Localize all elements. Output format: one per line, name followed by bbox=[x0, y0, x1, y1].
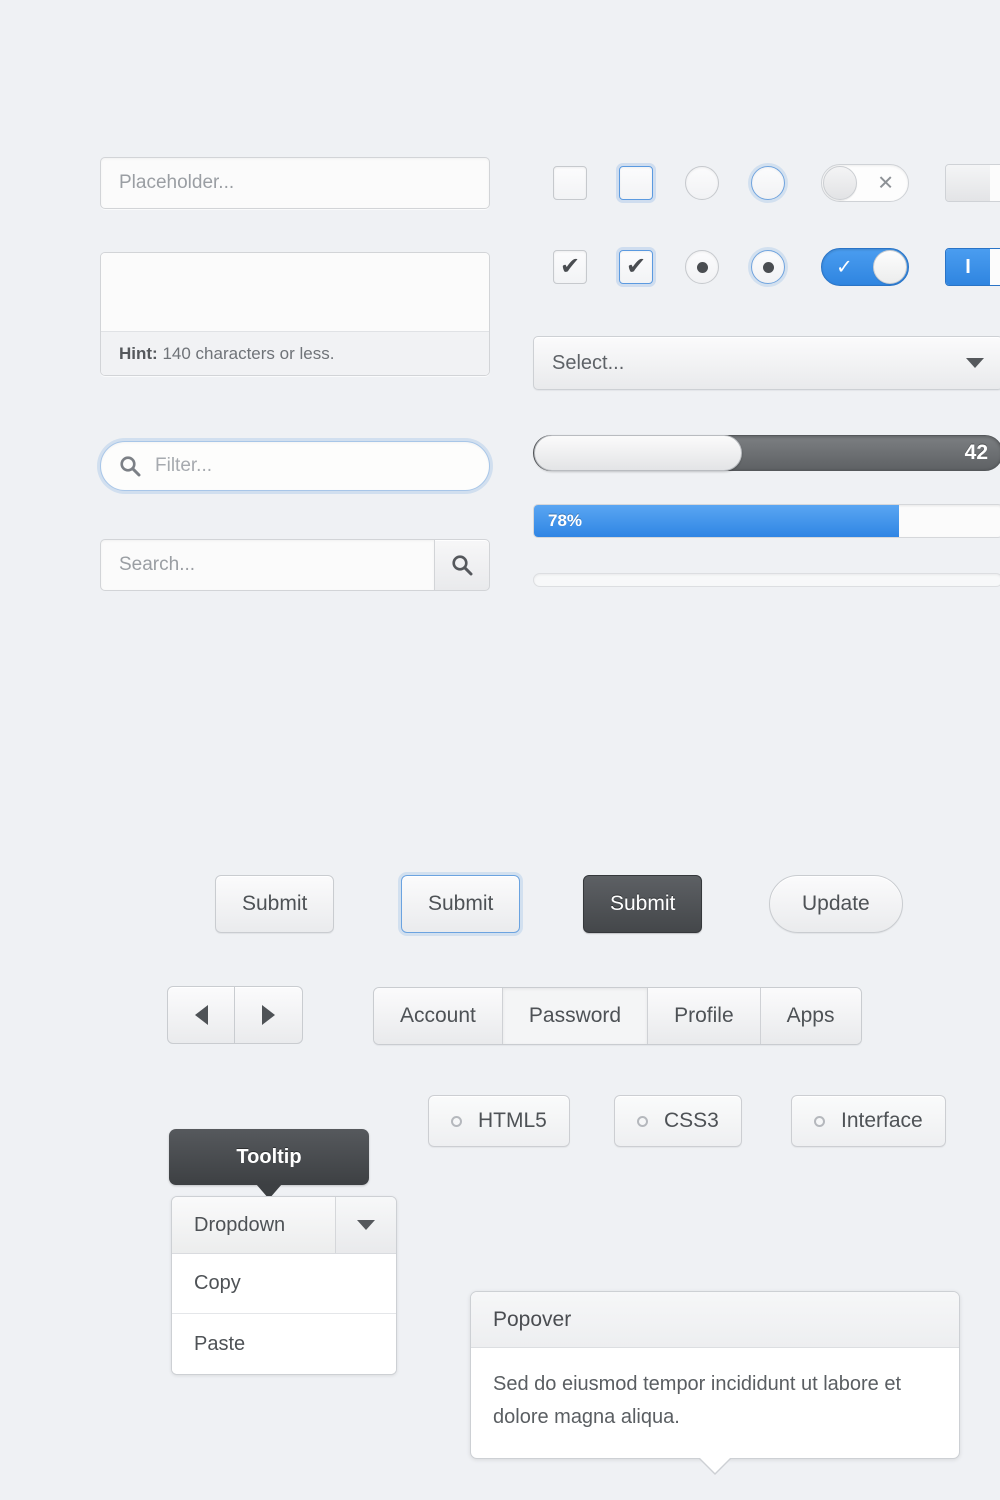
chevron-down-icon bbox=[357, 1220, 375, 1230]
text-input[interactable]: Placeholder... bbox=[100, 157, 490, 209]
toggle-switch-off[interactable]: ✕ bbox=[821, 164, 909, 202]
tag-interface[interactable]: Interface bbox=[791, 1095, 946, 1147]
close-icon: ✕ bbox=[877, 172, 894, 195]
hint-label: Hint: bbox=[119, 344, 158, 363]
select-value: Select... bbox=[552, 351, 625, 374]
toggle-knob bbox=[823, 166, 857, 200]
radio-unchecked[interactable] bbox=[685, 166, 719, 200]
toggle-switch-on[interactable]: ✓ bbox=[821, 248, 909, 286]
radio-checked-focused[interactable] bbox=[751, 250, 785, 284]
popover-arrow-inner-icon bbox=[699, 1457, 731, 1473]
dropdown-main-button[interactable]: Dropdown bbox=[172, 1197, 336, 1253]
checkbox-unchecked[interactable] bbox=[553, 166, 587, 200]
filter-input-group[interactable]: Filter... bbox=[100, 441, 490, 491]
controls-row-checked: ✔ ✔ ✓ I bbox=[553, 248, 1000, 286]
submit-button[interactable]: Submit bbox=[215, 875, 335, 933]
dropdown-menu: Dropdown Copy Paste bbox=[171, 1196, 397, 1375]
checkbox-checked-focused[interactable]: ✔ bbox=[619, 250, 653, 284]
controls-row-unchecked: ✕ ✕ bbox=[553, 164, 1000, 202]
square-toggle-knob bbox=[946, 165, 990, 201]
search-icon bbox=[451, 554, 473, 576]
progress-bar-thin bbox=[533, 573, 1000, 587]
segmented-tab-group: Account Password Profile Apps bbox=[373, 987, 862, 1045]
search-input-group: Search... bbox=[100, 539, 490, 591]
check-icon: ✔ bbox=[625, 253, 647, 280]
tag-label: HTML5 bbox=[478, 1109, 547, 1132]
popover: Popover Sed do eiusmod tempor incididunt… bbox=[470, 1291, 960, 1475]
textarea-hint: Hint: 140 characters or less. bbox=[101, 331, 489, 375]
range-slider[interactable]: 42 bbox=[533, 435, 1000, 471]
tag-html5[interactable]: HTML5 bbox=[428, 1095, 570, 1147]
search-input[interactable]: Search... bbox=[100, 539, 434, 591]
circle-bullet-icon bbox=[451, 1115, 462, 1127]
submit-button-focused[interactable]: Submit bbox=[401, 875, 521, 933]
popover-title: Popover bbox=[471, 1292, 959, 1348]
check-icon: ✓ bbox=[836, 256, 853, 279]
menu-item-paste[interactable]: Paste bbox=[172, 1314, 396, 1374]
radio-dot-icon bbox=[696, 261, 708, 273]
radio-checked[interactable] bbox=[685, 250, 719, 284]
check-icon: ✔ bbox=[559, 253, 581, 280]
tab-apps[interactable]: Apps bbox=[760, 988, 861, 1044]
progress-value: 78% bbox=[548, 511, 583, 530]
slider-value: 42 bbox=[964, 441, 988, 464]
checkbox-checked[interactable]: ✔ bbox=[553, 250, 587, 284]
tab-account[interactable]: Account bbox=[374, 988, 503, 1044]
circle-bullet-icon bbox=[637, 1115, 648, 1127]
popover-body: Sed do eiusmod tempor incididunt ut labo… bbox=[493, 1373, 902, 1428]
ui-kit-canvas: Placeholder... Hint: 140 characters or l… bbox=[0, 0, 1000, 1500]
toggle-knob bbox=[873, 250, 907, 284]
checkbox-unchecked-focused[interactable] bbox=[619, 166, 653, 200]
power-on-icon: I bbox=[946, 249, 990, 285]
submit-button-primary[interactable]: Submit bbox=[583, 875, 703, 933]
progress-fill: 78% bbox=[534, 505, 900, 537]
search-icon bbox=[119, 455, 141, 477]
tag-css3[interactable]: CSS3 bbox=[614, 1095, 742, 1147]
textarea-input[interactable] bbox=[101, 253, 489, 331]
filter-input[interactable]: Filter... bbox=[155, 455, 212, 477]
tab-password[interactable]: Password bbox=[502, 988, 649, 1044]
next-button[interactable] bbox=[235, 986, 303, 1044]
square-toggle-off[interactable]: ✕ bbox=[945, 164, 1000, 202]
tag-label: CSS3 bbox=[664, 1109, 719, 1132]
tag-label: Interface bbox=[841, 1109, 923, 1132]
menu-item-copy[interactable]: Copy bbox=[172, 1254, 396, 1314]
select-dropdown[interactable]: Select... bbox=[533, 336, 1000, 390]
progress-bar: 78% bbox=[533, 504, 1000, 538]
slider-thumb[interactable] bbox=[534, 435, 742, 471]
close-icon: ✕ bbox=[990, 165, 1000, 201]
tooltip-label: Tooltip bbox=[236, 1145, 302, 1168]
radio-dot-icon bbox=[762, 261, 774, 273]
triangle-left-icon bbox=[194, 1005, 208, 1025]
radio-unchecked-focused[interactable] bbox=[751, 166, 785, 200]
dropdown-split-button: Dropdown bbox=[172, 1197, 396, 1254]
circle-bullet-icon bbox=[814, 1115, 825, 1127]
tooltip: Tooltip bbox=[169, 1129, 369, 1199]
chevron-down-icon bbox=[966, 358, 984, 368]
textarea-group: Hint: 140 characters or less. bbox=[100, 252, 490, 376]
square-toggle-on[interactable]: I bbox=[945, 248, 1000, 286]
update-button[interactable]: Update bbox=[769, 875, 903, 933]
search-button[interactable] bbox=[434, 539, 490, 591]
square-toggle-track bbox=[990, 249, 1000, 285]
prev-button[interactable] bbox=[167, 986, 235, 1044]
pager-button-group bbox=[167, 986, 303, 1044]
triangle-right-icon bbox=[262, 1005, 275, 1025]
hint-text: 140 characters or less. bbox=[162, 344, 335, 363]
dropdown-toggle-button[interactable] bbox=[336, 1197, 396, 1253]
tab-profile[interactable]: Profile bbox=[648, 988, 761, 1044]
